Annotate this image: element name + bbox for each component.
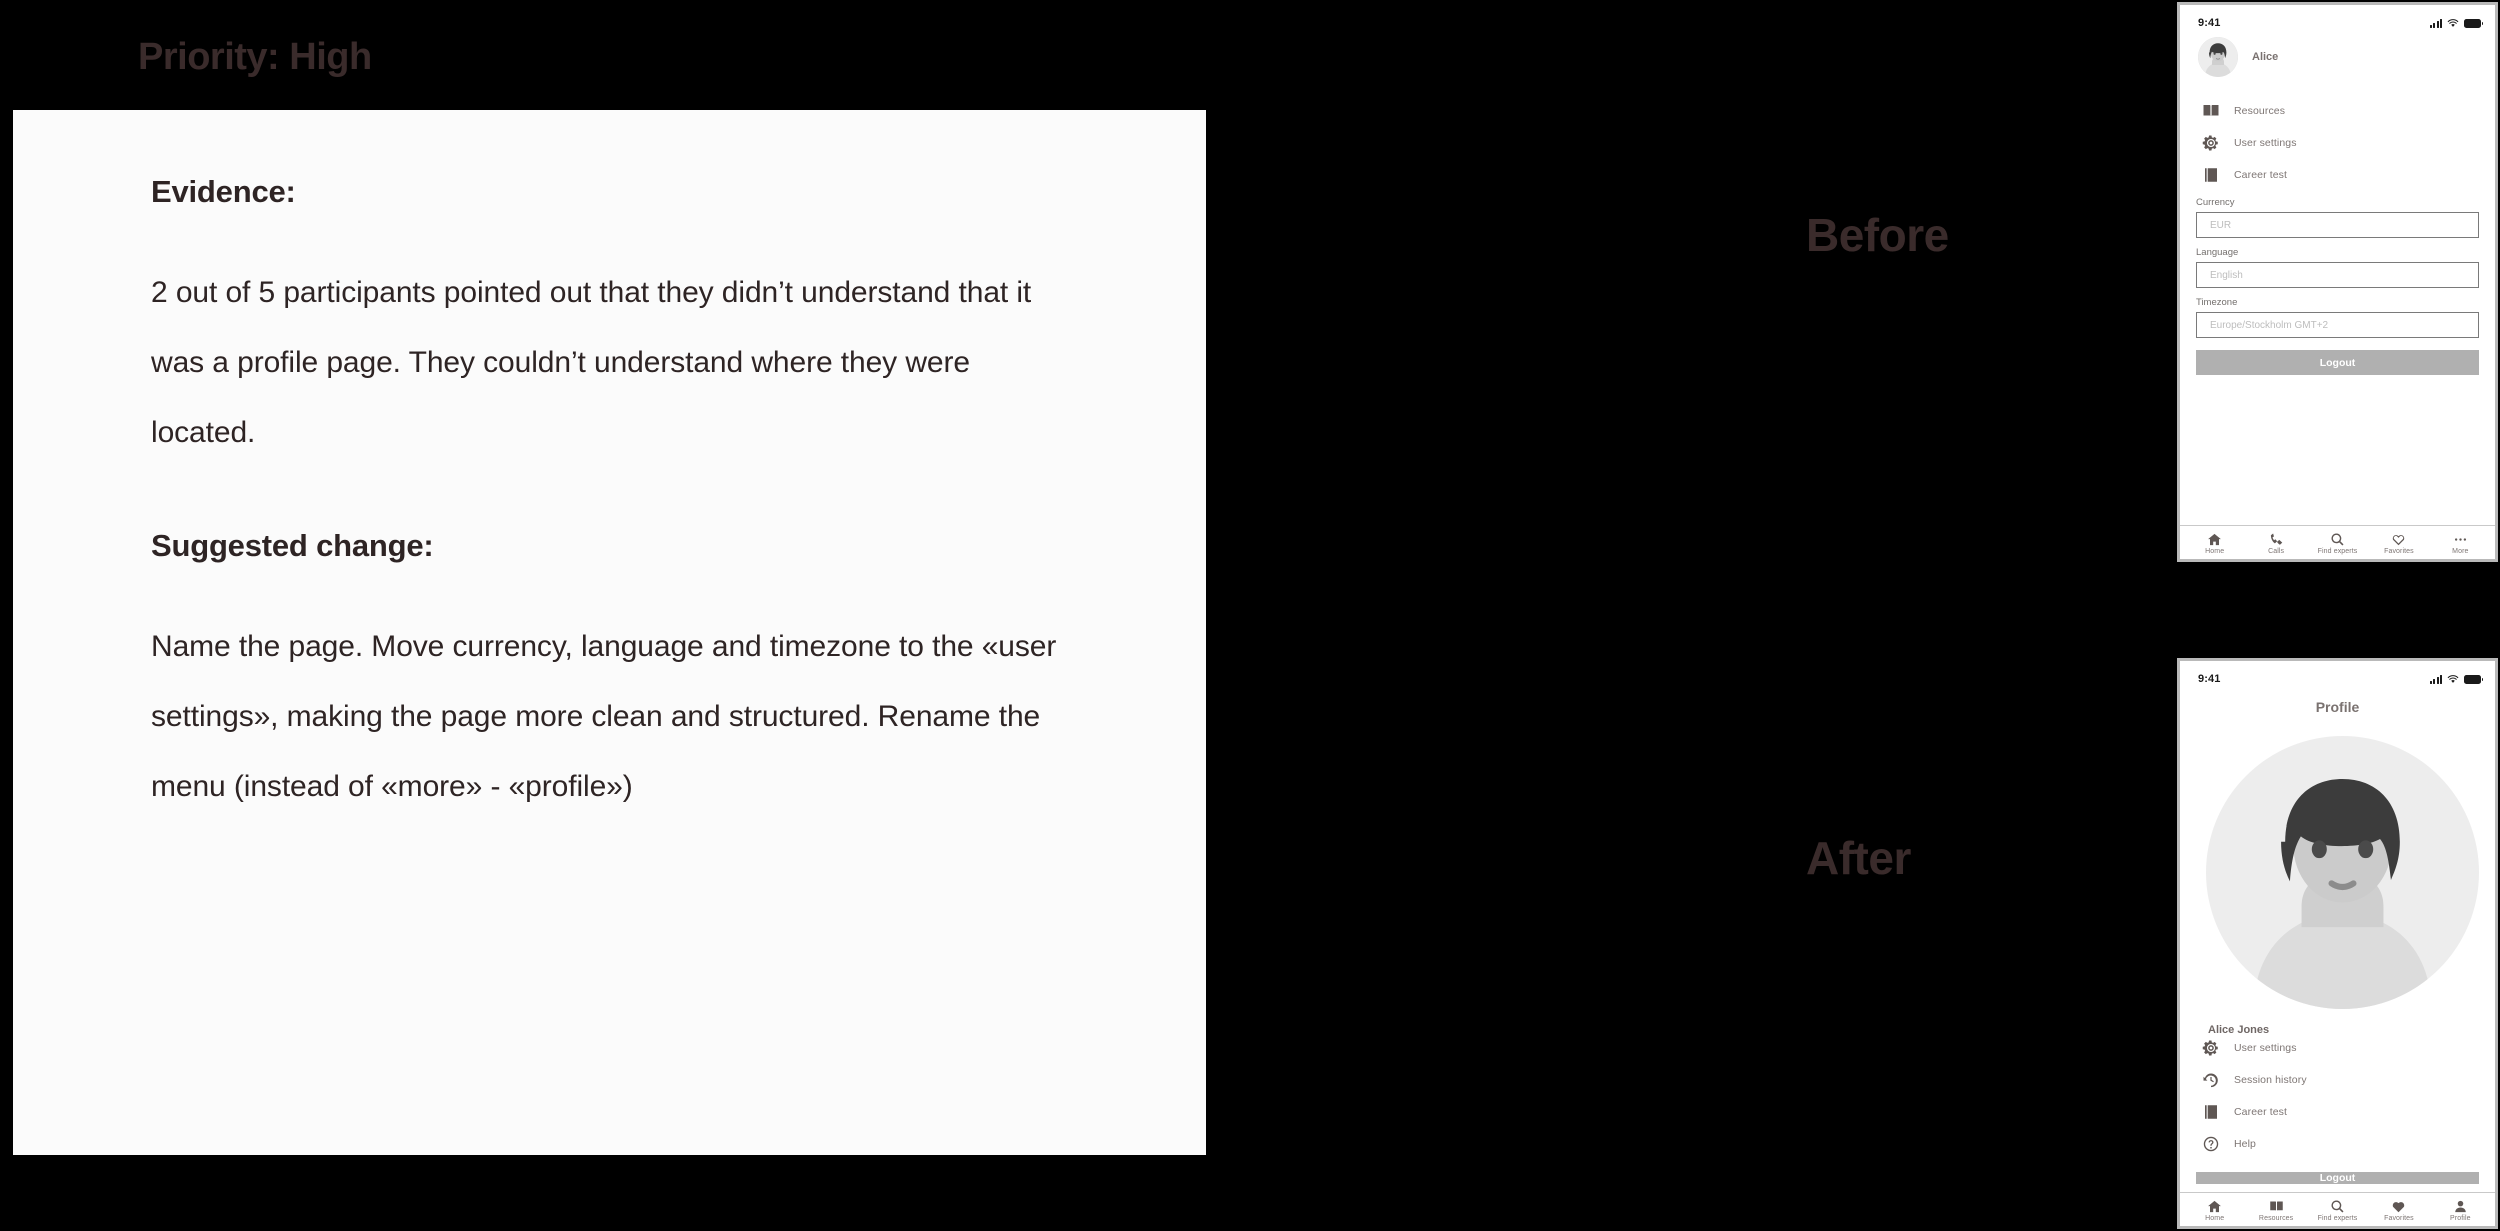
menu-item-help[interactable]: Help bbox=[2196, 1128, 2479, 1160]
menu-item-label: Resources bbox=[2234, 105, 2286, 117]
gear-icon bbox=[2202, 134, 2220, 152]
search-icon bbox=[2329, 1199, 2346, 1214]
signal-bars-icon bbox=[2429, 674, 2442, 684]
field-label: Currency bbox=[2196, 197, 2235, 208]
status-icons bbox=[2429, 674, 2484, 684]
avatar bbox=[2198, 37, 2238, 77]
tab-find-experts[interactable]: Find experts bbox=[2307, 532, 2368, 555]
field-language: Language English bbox=[2196, 247, 2479, 288]
tab-label: Find experts bbox=[2317, 548, 2358, 555]
field-timezone: Timezone Europe/Stockholm GMT+2 bbox=[2196, 297, 2479, 338]
wifi-icon bbox=[2447, 675, 2459, 683]
tab-more[interactable]: More bbox=[2430, 532, 2491, 555]
battery-icon bbox=[2464, 18, 2484, 28]
slide-canvas: Priority: High Evidence: 2 out of 5 part… bbox=[0, 0, 2500, 1231]
document-list-icon bbox=[2202, 1103, 2220, 1121]
tab-label: More bbox=[2452, 548, 2469, 555]
menu-item-label: Career test bbox=[2234, 169, 2288, 181]
after-status-bar: 9:41 bbox=[2180, 661, 2495, 689]
before-label: Before bbox=[1806, 209, 1949, 261]
field-label: Language bbox=[2196, 247, 2239, 258]
before-status-bar: 9:41 bbox=[2180, 5, 2495, 33]
phone-icon bbox=[2268, 532, 2285, 547]
language-input[interactable]: English bbox=[2196, 262, 2479, 288]
menu-item-user-settings[interactable]: User settings bbox=[2196, 127, 2479, 159]
profile-name: Alice bbox=[2252, 51, 2279, 63]
menu-item-resources[interactable]: Resources bbox=[2196, 95, 2479, 127]
status-time: 9:41 bbox=[2198, 17, 2221, 29]
question-circle-icon bbox=[2202, 1135, 2220, 1153]
tab-home[interactable]: Home bbox=[2184, 532, 2245, 555]
tab-label: Find experts bbox=[2317, 1215, 2358, 1222]
after-phone-mockup: 9:41 Profile Alice Jones User settings S… bbox=[2177, 658, 2498, 1229]
logout-button[interactable]: Logout bbox=[2196, 350, 2479, 375]
tab-label: Profile bbox=[2450, 1215, 2471, 1222]
tab-calls[interactable]: Calls bbox=[2245, 532, 2306, 555]
battery-icon bbox=[2464, 674, 2484, 684]
heart-outline-icon bbox=[2390, 532, 2407, 547]
signal-bars-icon bbox=[2429, 18, 2442, 28]
menu-item-label: User settings bbox=[2234, 137, 2297, 149]
evidence-body: 2 out of 5 participants pointed out that… bbox=[151, 276, 1032, 449]
menu-item-session-history[interactable]: Session history bbox=[2196, 1064, 2479, 1096]
menu-item-label: User settings bbox=[2234, 1042, 2297, 1054]
suggestion-body: Name the page. Move currency, language a… bbox=[151, 630, 1057, 803]
field-currency: Currency EUR bbox=[2196, 197, 2479, 238]
heart-filled-icon bbox=[2390, 1199, 2407, 1214]
evidence-heading: Evidence: bbox=[151, 174, 296, 209]
tab-resources[interactable]: Resources bbox=[2245, 1199, 2306, 1222]
suggestion-heading: Suggested change: bbox=[151, 528, 434, 563]
after-phone-content: Profile Alice Jones User settings Sessio… bbox=[2180, 689, 2495, 1192]
tab-label: Home bbox=[2205, 1215, 2225, 1222]
menu-item-label: Career test bbox=[2234, 1106, 2288, 1118]
home-icon bbox=[2206, 532, 2223, 547]
menu-item-label: Session history bbox=[2234, 1074, 2307, 1086]
avatar bbox=[2206, 727, 2479, 1018]
gear-icon bbox=[2202, 1039, 2220, 1057]
ellipsis-icon bbox=[2452, 532, 2469, 547]
tab-label: Favorites bbox=[2384, 548, 2414, 555]
note-card: Evidence: 2 out of 5 participants pointe… bbox=[13, 110, 1206, 1155]
tab-profile[interactable]: Profile bbox=[2430, 1199, 2491, 1222]
timezone-input[interactable]: Europe/Stockholm GMT+2 bbox=[2196, 312, 2479, 338]
after-profile-block: Alice Jones bbox=[2196, 727, 2479, 1036]
person-icon bbox=[2452, 1199, 2469, 1214]
tab-favorites[interactable]: Favorites bbox=[2368, 1199, 2429, 1222]
tab-favorites[interactable]: Favorites bbox=[2368, 532, 2429, 555]
tab-home[interactable]: Home bbox=[2184, 1199, 2245, 1222]
tab-label: Favorites bbox=[2384, 1215, 2414, 1222]
wifi-icon bbox=[2447, 19, 2459, 27]
menu-item-career-test[interactable]: Career test bbox=[2196, 159, 2479, 191]
field-label: Timezone bbox=[2196, 297, 2238, 308]
before-phone-mockup: 9:41 Alice Resources User settings Caree… bbox=[2177, 2, 2498, 562]
before-menu-list: Resources User settings Career test bbox=[2196, 91, 2479, 191]
logout-button[interactable]: Logout bbox=[2196, 1172, 2479, 1184]
status-icons bbox=[2429, 18, 2484, 28]
menu-item-career-test[interactable]: Career test bbox=[2196, 1096, 2479, 1128]
tab-label: Home bbox=[2205, 548, 2225, 555]
before-tab-bar: Home Calls Find experts Favorites More bbox=[2180, 525, 2495, 559]
menu-item-label: Help bbox=[2234, 1138, 2256, 1150]
tab-label: Resources bbox=[2258, 1215, 2294, 1222]
page-title: Priority: High bbox=[138, 36, 372, 78]
after-tab-bar: Home Resources Find experts Favorites Pr… bbox=[2180, 1192, 2495, 1226]
profile-page-title: Profile bbox=[2315, 699, 2360, 715]
currency-input[interactable]: EUR bbox=[2196, 212, 2479, 238]
before-phone-content: Alice Resources User settings Career tes… bbox=[2180, 33, 2495, 525]
document-list-icon bbox=[2202, 166, 2220, 184]
book-icon bbox=[2202, 102, 2220, 120]
after-menu-list: User settings Session history Career tes… bbox=[2196, 1018, 2479, 1160]
home-icon bbox=[2206, 1199, 2223, 1214]
search-icon bbox=[2329, 532, 2346, 547]
history-clock-icon bbox=[2202, 1071, 2220, 1089]
tab-label: Calls bbox=[2268, 548, 2285, 555]
status-time: 9:41 bbox=[2198, 673, 2221, 685]
settings-form: Currency EUR Language English Timezone E… bbox=[2196, 191, 2479, 375]
after-label: After bbox=[1806, 832, 1911, 884]
menu-item-user-settings[interactable]: User settings bbox=[2196, 1032, 2479, 1064]
tab-find-experts[interactable]: Find experts bbox=[2307, 1199, 2368, 1222]
before-profile-row[interactable]: Alice bbox=[2196, 33, 2479, 91]
book-icon bbox=[2268, 1199, 2285, 1214]
